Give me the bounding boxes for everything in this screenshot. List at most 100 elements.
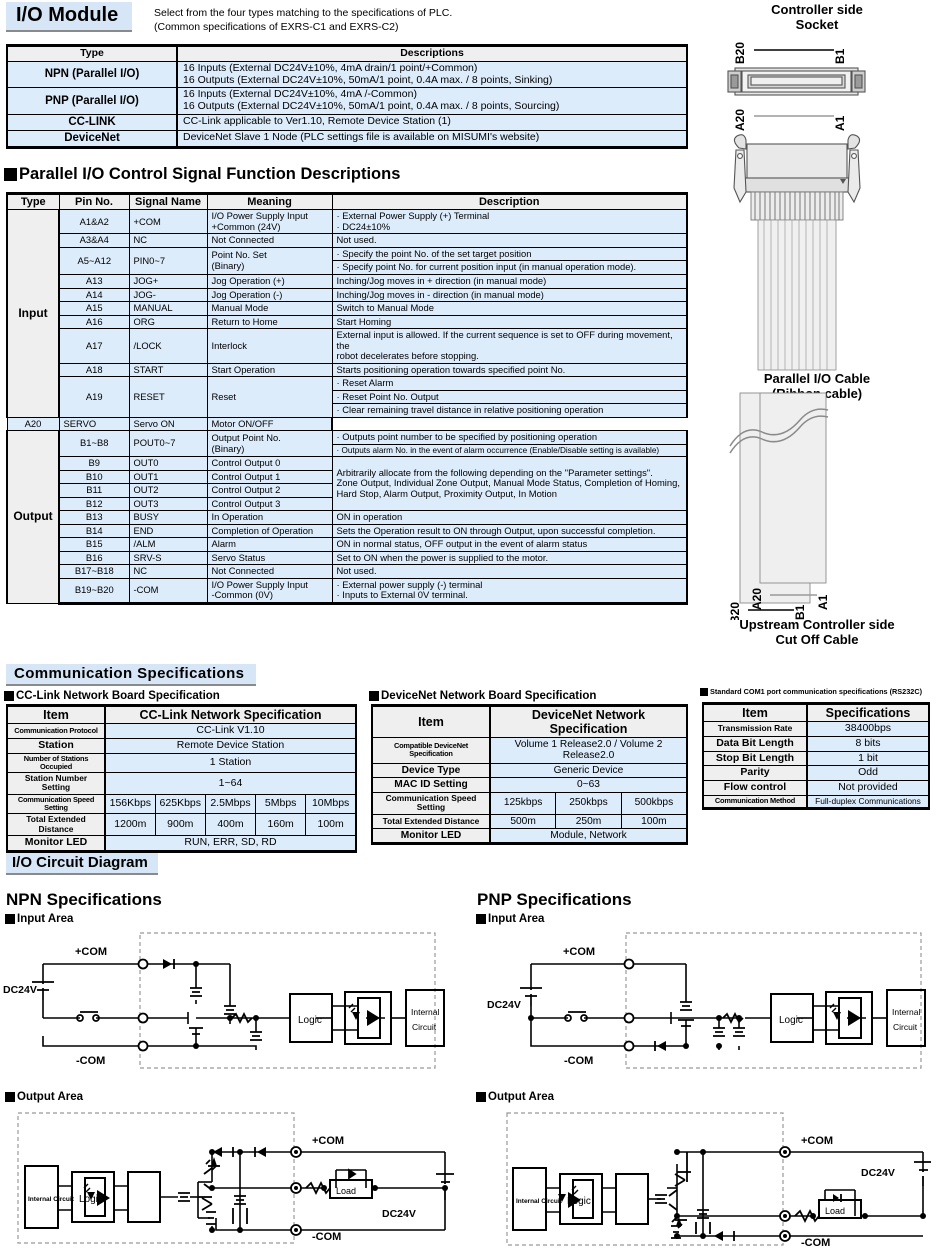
- row-value-flow-control: Not provided: [806, 780, 930, 796]
- dist-2: 400m: [204, 813, 257, 837]
- type-input-label: Input: [6, 209, 60, 418]
- row-label-mac-id: MAC ID Setting: [371, 777, 491, 793]
- table-row: MAC ID Setting 0~63: [371, 777, 688, 793]
- meaning-b17b18: Not Connected: [206, 564, 333, 579]
- col-cclink-spec: CC-Link Network Specification: [104, 704, 357, 724]
- load-label: Load: [336, 1186, 356, 1196]
- row-label-compatible-spec: Compatible DeviceNet Specification: [371, 737, 491, 764]
- table-row: Stop Bit Length 1 bit: [702, 750, 930, 767]
- row-label-data-bit-length: Data Bit Length: [702, 735, 808, 752]
- internal-circuit-label: Internal Circuit: [28, 1196, 75, 1203]
- signal-out3: OUT3: [128, 496, 208, 512]
- signal-lock: /LOCK: [128, 328, 208, 364]
- row-label-monitor-led: Monitor LED: [371, 827, 491, 846]
- row-label-comm-method: Communication Method: [702, 794, 808, 811]
- plus-com-label: +COM: [801, 1135, 833, 1147]
- meaning-a5a12: Point No. Set (Binary): [206, 246, 333, 275]
- logic-label: Logic: [298, 1015, 322, 1026]
- table-row: A15 MANUAL Manual Mode Switch to Manual …: [7, 301, 688, 316]
- type-pnp: PNP (Parallel I/O): [6, 87, 178, 115]
- desc-a5a12-a: · Specify the point No. of the set targe…: [331, 246, 688, 262]
- bullet-square-icon: [4, 691, 14, 701]
- pin-a19: A19: [58, 376, 130, 418]
- table-row: A5~A12 PIN0~7 Point No. Set (Binary) · Sp…: [7, 246, 688, 275]
- desc-line: 16 Outputs (External DC24V±10%, 50mA/1 p…: [183, 73, 553, 86]
- parallel-io-heading-text: Parallel I/O Control Signal Function Des…: [19, 165, 401, 183]
- row-value-station-number: 1~64: [104, 772, 357, 795]
- speed-0: 125kbps: [489, 791, 557, 815]
- meaning-b14: Completion of Operation: [206, 523, 333, 539]
- cclink-subheading: CC-Link Network Board Specification: [4, 690, 220, 702]
- npn-input-area-text: Input Area: [17, 913, 74, 925]
- table-header-row: Item Specifications: [702, 702, 930, 722]
- meaning-a20: Servo ON: [128, 416, 208, 432]
- row-label-speed: Communication Speed Setting: [371, 791, 491, 815]
- speed-0: 156Kbps: [104, 793, 156, 815]
- type-descriptions-table: Type Descriptions NPN (Parallel I/O) 16 …: [6, 44, 688, 149]
- pin-a13: A13: [58, 273, 130, 289]
- table-header-row: Type Pin No. Signal Name Meaning Descrip…: [6, 191, 688, 211]
- table-row: DeviceNet DeviceNet Slave 1 Node (PLC se…: [6, 129, 688, 149]
- row-value-comm-method: Full-duplex Communications: [806, 794, 930, 811]
- dc24v-label: DC24V: [3, 984, 37, 996]
- row-value-station: Remote Device Station: [104, 737, 357, 754]
- bullet-square-icon: [4, 167, 17, 181]
- row-value-stations-occupied: 1 Station: [104, 752, 357, 774]
- desc-a3a4: Not used.: [331, 233, 688, 248]
- table-row: Compatible DeviceNet Specification Volum…: [371, 737, 688, 764]
- table-row: A3&A4 NC Not Connected Not used.: [7, 233, 688, 248]
- table-row: A19 RESET Reset · Reset Alarm: [7, 376, 688, 418]
- dist-1: 250m: [555, 813, 622, 829]
- module-note: Select from the four types matching to t…: [154, 6, 452, 35]
- pin-label-b1: B1: [833, 48, 847, 64]
- desc-cclink: CC-Link applicable to Ver1.10, Remote De…: [176, 113, 688, 131]
- connector-diagram: B20 B1 A20 A1: [692, 38, 942, 635]
- caption-line2: Socket: [795, 16, 839, 32]
- row-value-mac-id: 0~63: [489, 777, 688, 793]
- desc-a14: Inching/Jog moves in - direction (in man…: [331, 287, 688, 303]
- speed-3: 5Mbps: [255, 793, 307, 815]
- pin-a17: A17: [58, 328, 130, 364]
- npn-output-area-text: Output Area: [17, 1091, 84, 1103]
- table-row: Station Remote Device Station: [6, 737, 357, 754]
- desc-out-merged: Arbitrarily allocate from the following …: [331, 456, 688, 512]
- signal-srv-s: SRV-S: [128, 550, 208, 566]
- devicenet-spec-table: Item DeviceNet Network Specification Com…: [371, 704, 688, 846]
- pnp-input-area-text: Input Area: [488, 913, 545, 925]
- meaning-b11: Control Output 2: [206, 483, 333, 498]
- signal-pin0-7: PIN0~7: [128, 246, 208, 275]
- row-label-stop-bit-length: Stop Bit Length: [702, 750, 808, 767]
- desc-a1a2: · External Power Supply (+) Terminal · DC…: [331, 209, 688, 235]
- signal-jog-plus: JOG+: [128, 273, 208, 289]
- desc-npn: 16 Inputs (External DC24V±10%, 4mA drain…: [176, 60, 688, 89]
- pin-b9: B9: [58, 456, 130, 471]
- desc-line: 16 Inputs (External DC24V±10%, 4mA drain…: [183, 61, 478, 74]
- table-row: NPN (Parallel I/O) 16 Inputs (External D…: [6, 60, 688, 89]
- pin-label-b1: B1: [793, 604, 807, 620]
- speed-4: 10Mbps: [305, 793, 358, 815]
- row-label-stations-occupied: Number of Stations Occupied: [6, 752, 106, 774]
- row-value-monitor-led: Module, Network: [489, 827, 688, 846]
- internal-label: Internal: [411, 1007, 439, 1017]
- minus-com-label: -COM: [801, 1237, 830, 1249]
- type-npn: NPN (Parallel I/O): [6, 60, 178, 89]
- bullet-square-icon: [369, 691, 379, 701]
- speed-1: 250kbps: [555, 791, 622, 815]
- caption-line2: Cut Off Cable: [775, 631, 859, 647]
- table-row: B16 SRV-S Servo Status Set to ON when th…: [7, 550, 688, 566]
- row-label-transmission-rate: Transmission Rate: [702, 721, 808, 737]
- pin-b17b18: B17~B18: [58, 564, 130, 579]
- minus-com-label: -COM: [312, 1231, 341, 1243]
- table-row: B14 END Completion of Operation Sets the…: [7, 523, 688, 539]
- desc-b1b8-b: · Outputs alarm No. in the event of alar…: [331, 443, 688, 458]
- table-row: Communication Protocol CC-Link V1.10: [6, 723, 357, 739]
- logic-label: Logic: [567, 1196, 591, 1207]
- pin-label-a20: A20: [750, 588, 764, 610]
- signal-start: START: [128, 362, 208, 378]
- rs232c-spec-table: Item Specifications Transmission Rate 38…: [702, 702, 930, 811]
- table-row: B15 /ALM Alarm ON in normal status, OFF …: [7, 537, 688, 552]
- desc-b13: ON in operation: [331, 510, 688, 525]
- circuit-label: Circuit: [412, 1022, 437, 1032]
- dist-3: 160m: [255, 813, 307, 837]
- meaning-a18: Start Operation: [206, 362, 333, 378]
